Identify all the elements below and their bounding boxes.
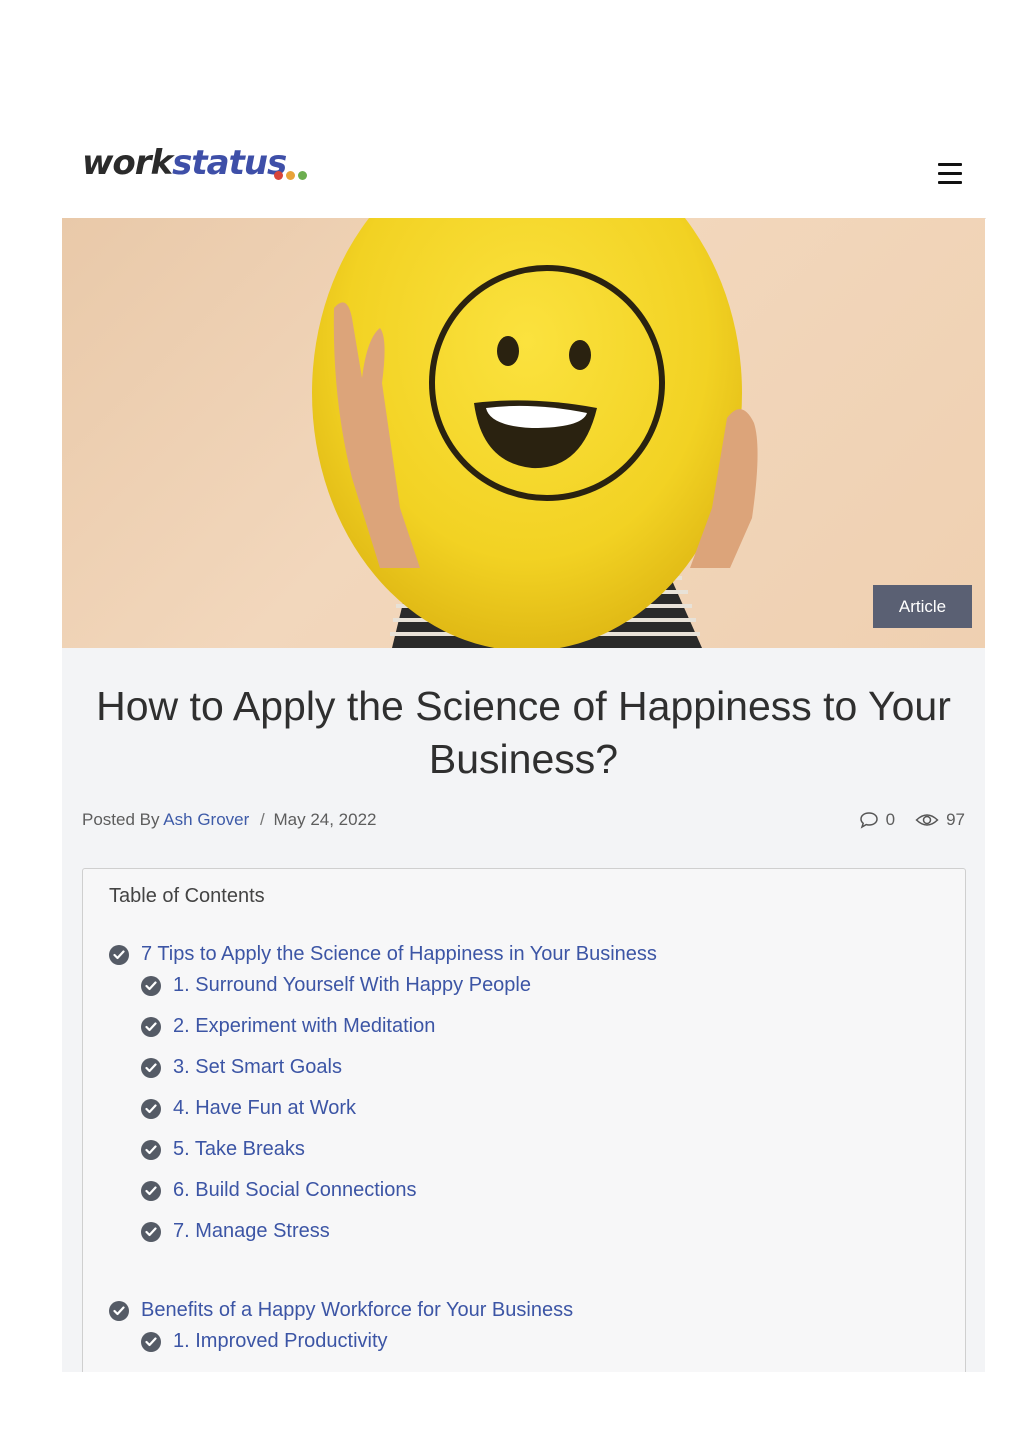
check-circle-icon bbox=[141, 1221, 161, 1242]
workstatus-logo[interactable]: workstatus bbox=[82, 143, 287, 183]
toc-title: Table of Contents bbox=[109, 885, 265, 907]
toc-item-label: 6. Build Social Connections bbox=[173, 1179, 417, 1201]
post-stats: 0 97 bbox=[859, 810, 965, 830]
comment-count: 0 bbox=[885, 810, 896, 829]
toc-item-label: 5. Take Breaks bbox=[173, 1138, 305, 1160]
toc-item-take-breaks[interactable]: 5. Take Breaks bbox=[141, 1138, 305, 1161]
check-circle-icon bbox=[141, 1057, 161, 1078]
comment-icon bbox=[859, 812, 878, 829]
post-date: May 24, 2022 bbox=[273, 810, 377, 829]
check-circle-icon bbox=[109, 944, 129, 965]
post-meta: Posted By Ash Grover / May 24, 2022 bbox=[82, 810, 377, 830]
meta-separator: / bbox=[260, 810, 265, 829]
check-circle-icon bbox=[141, 975, 161, 996]
smiley-balloon-illustration bbox=[312, 218, 758, 648]
hamburger-menu-icon[interactable] bbox=[938, 162, 964, 184]
logo-dot-orange bbox=[286, 171, 295, 180]
logo-text-work: work bbox=[82, 143, 173, 183]
toc-item-social-connections[interactable]: 6. Build Social Connections bbox=[141, 1179, 416, 1202]
check-circle-icon bbox=[141, 1331, 161, 1352]
toc-item-have-fun[interactable]: 4. Have Fun at Work bbox=[141, 1097, 356, 1120]
toc-item-happy-people[interactable]: 1. Surround Yourself With Happy People bbox=[141, 974, 531, 997]
toc-section-tips[interactable]: 7 Tips to Apply the Science of Happiness… bbox=[109, 943, 657, 966]
toc-section-benefits[interactable]: Benefits of a Happy Workforce for Your B… bbox=[109, 1299, 573, 1322]
view-count: 97 bbox=[946, 810, 965, 829]
toc-section-label: 7 Tips to Apply the Science of Happiness… bbox=[141, 943, 657, 965]
toc-item-label: 2. Experiment with Meditation bbox=[173, 1015, 436, 1037]
article-title: How to Apply the Science of Happiness to… bbox=[96, 683, 951, 782]
posted-by-label: Posted By bbox=[82, 810, 160, 829]
check-circle-icon bbox=[141, 1180, 161, 1201]
check-circle-icon bbox=[141, 1139, 161, 1160]
eye-icon bbox=[915, 814, 939, 826]
toc-item-manage-stress[interactable]: 7. Manage Stress bbox=[141, 1220, 330, 1243]
toc-item-label: 3. Set Smart Goals bbox=[173, 1056, 342, 1078]
site-header: workstatus bbox=[62, 130, 986, 219]
logo-dot-red bbox=[274, 171, 283, 180]
toc-item-label: 7. Manage Stress bbox=[173, 1220, 330, 1242]
toc-item-label: 1. Surround Yourself With Happy People bbox=[173, 974, 531, 996]
author-link[interactable]: Ash Grover bbox=[163, 810, 249, 829]
check-circle-icon bbox=[109, 1300, 129, 1321]
article-card: Article How to Apply the Science of Happ… bbox=[62, 218, 985, 1372]
toc-item-smart-goals[interactable]: 3. Set Smart Goals bbox=[141, 1056, 342, 1079]
views-stat: 97 bbox=[915, 810, 965, 830]
comments-stat[interactable]: 0 bbox=[859, 810, 895, 830]
toc-item-label: 4. Have Fun at Work bbox=[173, 1097, 357, 1119]
toc-item-productivity[interactable]: 1. Improved Productivity bbox=[141, 1330, 388, 1353]
logo-dot-green bbox=[298, 171, 307, 180]
check-circle-icon bbox=[141, 1098, 161, 1119]
toc-item-meditation[interactable]: 2. Experiment with Meditation bbox=[141, 1015, 435, 1038]
check-circle-icon bbox=[141, 1016, 161, 1037]
article-badge[interactable]: Article bbox=[873, 585, 972, 628]
toc-section-label: Benefits of a Happy Workforce for Your B… bbox=[141, 1299, 574, 1321]
logo-dots bbox=[274, 171, 307, 180]
table-of-contents: Table of Contents 7 Tips to Apply the Sc… bbox=[82, 868, 966, 1372]
hero-image: Article bbox=[62, 218, 985, 648]
logo-text-status: status bbox=[172, 143, 287, 183]
toc-item-label: 1. Improved Productivity bbox=[173, 1330, 388, 1352]
